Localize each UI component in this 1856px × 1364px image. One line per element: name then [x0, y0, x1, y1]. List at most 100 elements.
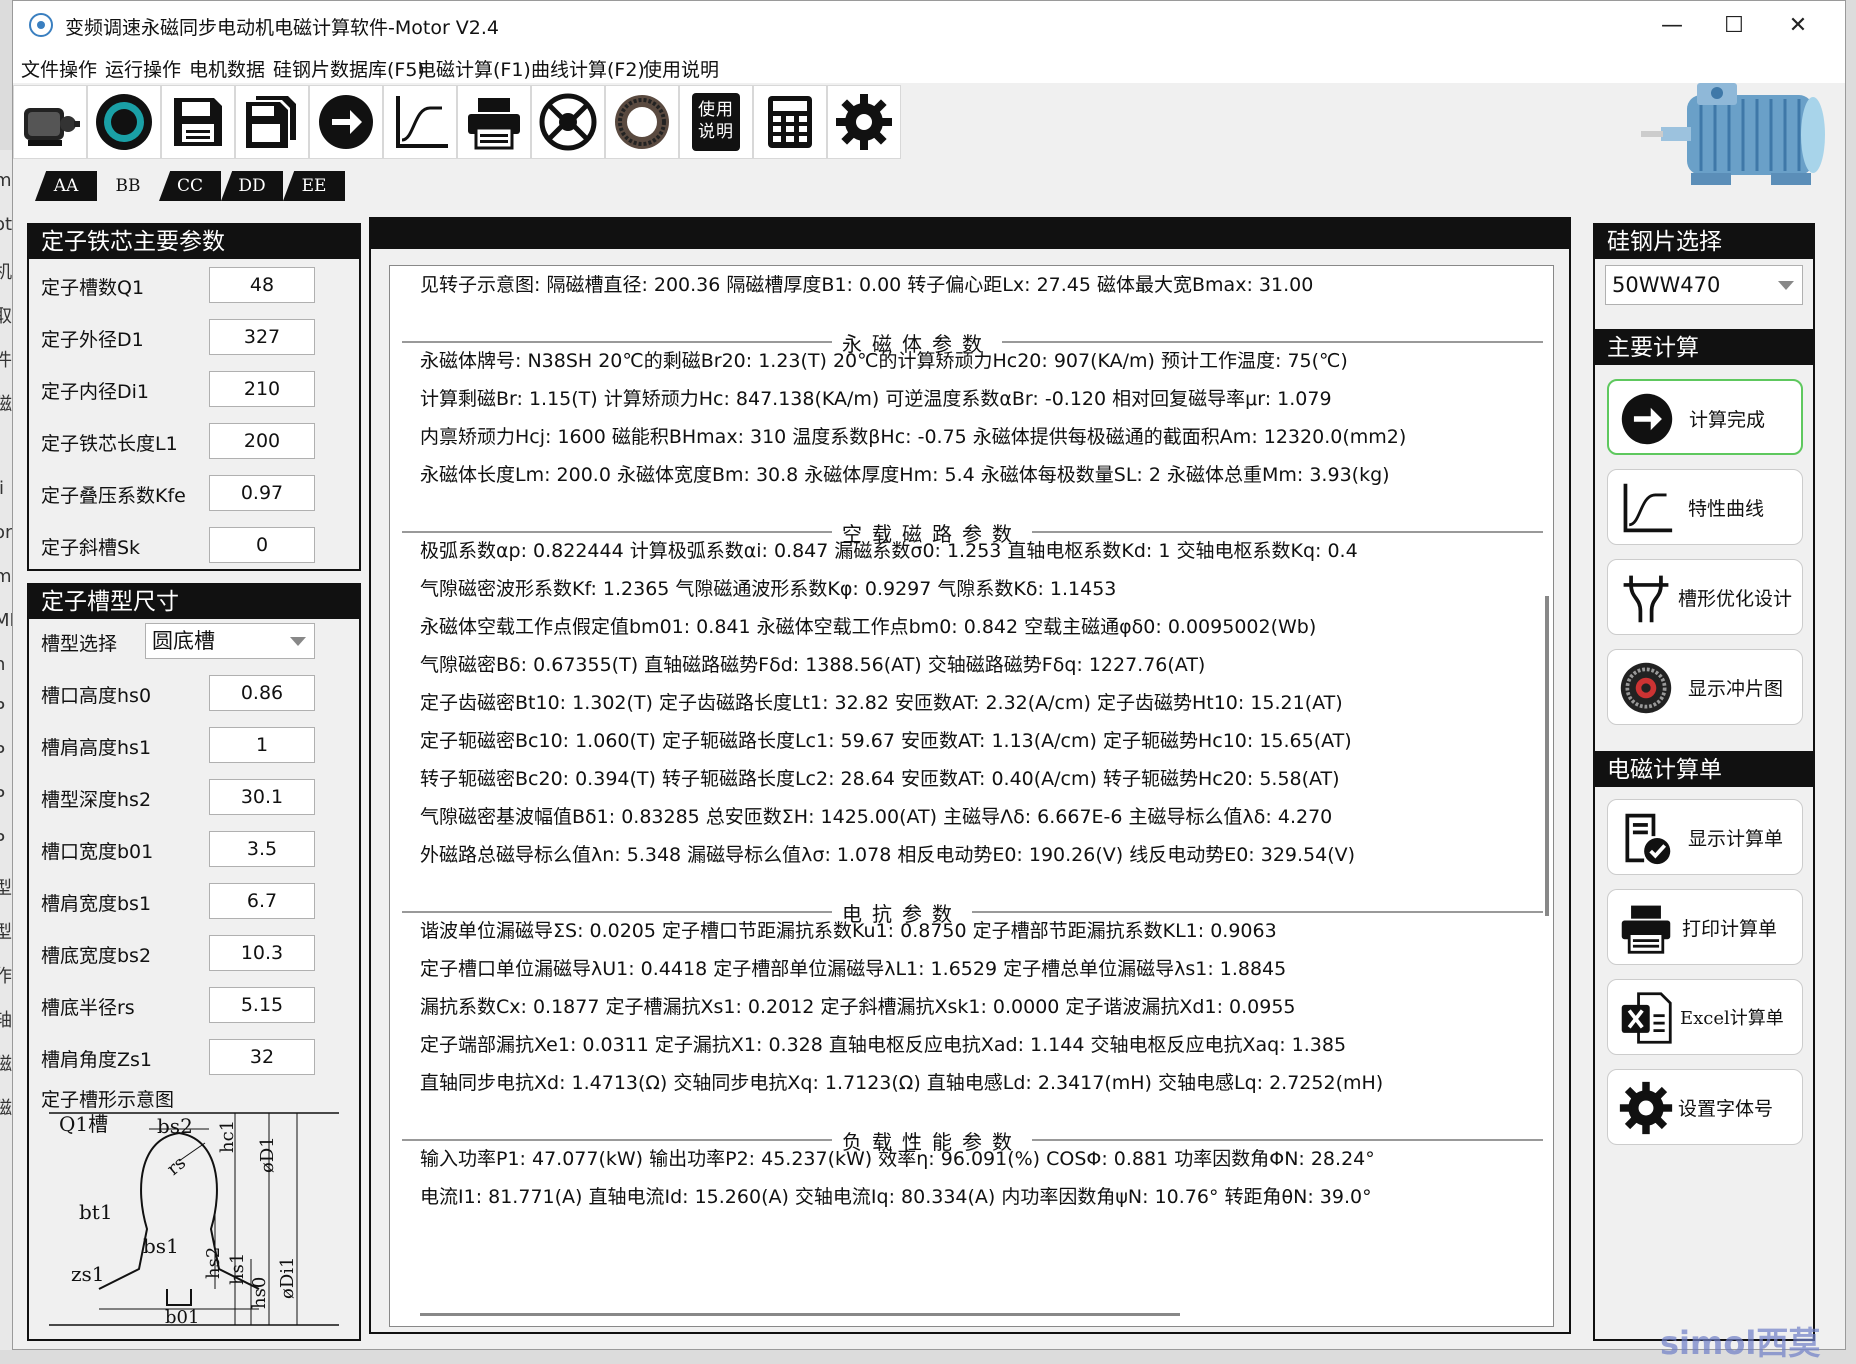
background-glyph: 作 — [0, 966, 12, 987]
param-input[interactable]: 0.97 — [209, 475, 315, 511]
watermark-logo: simol西莫 — [1660, 1324, 1821, 1362]
main-calc-title: 主要计算 — [1595, 329, 1813, 365]
toolbar-settings-button[interactable] — [827, 85, 901, 159]
background-glyph: 轴 — [0, 1010, 12, 1031]
diagram-label: bt1 — [79, 1200, 113, 1224]
save-as-icon — [246, 96, 296, 148]
motor-image — [1641, 83, 1825, 185]
toolbar-save-button[interactable] — [161, 85, 235, 159]
toolbar-lamination-button[interactable] — [605, 85, 679, 159]
menu-file[interactable]: 文件操作 — [21, 55, 97, 82]
toolbar-save-as-button[interactable] — [235, 85, 309, 159]
slot-param-label: 槽肩高度hs1 — [41, 737, 152, 759]
stator-core-panel: 定子铁芯主要参数 定子槽数Q1 48 定子外径D1 327 定子内径Di1 21… — [27, 223, 361, 571]
param-input[interactable]: 200 — [209, 423, 315, 459]
toolbar-stator-button[interactable] — [87, 85, 161, 159]
menu-curve-calc[interactable]: 曲线计算(F2) — [531, 55, 645, 82]
close-button[interactable]: ✕ — [1763, 7, 1833, 45]
result-line: 定子端部漏抗Xe1: 0.0311 定子漏抗X1: 0.328 直轴电枢反应电抗… — [420, 1034, 1347, 1056]
slot-param-input[interactable]: 32 — [209, 1039, 315, 1075]
slot-param-input[interactable]: 6.7 — [209, 883, 315, 919]
background-glyph: 磁 — [0, 1054, 12, 1075]
background-glyph: 型 — [0, 878, 12, 899]
steel-select[interactable]: 50WW470 — [1605, 265, 1803, 305]
maximize-button[interactable]: ☐ — [1699, 7, 1769, 45]
characteristic-curve-label: 特性曲线 — [1688, 498, 1765, 520]
diagram-label: hs1 — [227, 1253, 248, 1285]
manual-icon: 使用说明 — [692, 93, 740, 151]
toolbar-manual-button[interactable]: 使用说明 — [679, 85, 753, 159]
slot-param-input[interactable]: 10.3 — [209, 935, 315, 971]
excel-icon — [1621, 992, 1672, 1044]
calc-complete-button[interactable]: 计算完成 — [1607, 379, 1803, 455]
tab-bb[interactable]: BB — [97, 171, 159, 201]
param-input[interactable]: 48 — [209, 267, 315, 303]
stator-core-title: 定子铁芯主要参数 — [29, 225, 359, 259]
characteristic-curve-button[interactable]: 特性曲线 — [1607, 469, 1803, 545]
print-sheet-button[interactable]: 打印计算单 — [1607, 889, 1803, 965]
slot-title: 定子槽型尺寸 — [29, 585, 359, 619]
tab-aa[interactable]: AA — [35, 171, 97, 201]
menu-motor-data[interactable]: 电机数据 — [189, 55, 265, 82]
vertical-scrollbar[interactable] — [1545, 596, 1549, 916]
menu-steel-database[interactable]: 硅钢片数据库(F5) — [273, 55, 425, 82]
result-line: 谐波单位漏磁导ΣS: 0.0205 定子槽口节距漏抗系数Ku1: 0.8750 … — [420, 920, 1277, 942]
result-line: 永磁体牌号: N38SH 20℃的剩磁Br20: 1.23(T) 20℃的计算矫… — [420, 350, 1348, 372]
ring-icon — [615, 95, 669, 149]
result-line: 定子齿磁密Bt10: 1.302(T) 定子齿磁路长度Lt1: 32.82 安匝… — [420, 692, 1343, 714]
show-sheet-button[interactable]: 显示计算单 — [1607, 799, 1803, 875]
result-line: 电流I1: 81.771(A) 直轴电流Id: 15.260(A) 交轴电流Iq… — [420, 1186, 1372, 1208]
menu-em-calc[interactable]: 电磁计算(F1) — [417, 55, 531, 82]
slot-param-input[interactable]: 30.1 — [209, 779, 315, 815]
toolbar-rotor-button[interactable] — [531, 85, 605, 159]
tab-dd[interactable]: DD — [221, 171, 283, 201]
calculator-icon — [768, 96, 812, 148]
result-line: 定子槽口单位漏磁导λU1: 0.4418 定子槽部单位漏磁导λL1: 1.652… — [420, 958, 1287, 980]
font-settings-button[interactable]: 设置字体号 — [1607, 1069, 1803, 1145]
rotor-icon — [539, 93, 597, 151]
slot-design-button[interactable]: 槽形优化设计 — [1607, 559, 1803, 635]
toolbar-curve-button[interactable] — [383, 85, 457, 159]
toolbar-next-button[interactable] — [309, 85, 383, 159]
param-input[interactable]: 327 — [209, 319, 315, 355]
slot-param-input[interactable]: 5.15 — [209, 987, 315, 1023]
toolbar-calculator-button[interactable] — [753, 85, 827, 159]
param-input[interactable]: 0 — [209, 527, 315, 563]
slot-diagram-title: 定子槽形示意图 — [41, 1089, 175, 1111]
results-panel: 见转子示意图: 隔磁槽直径: 200.36 隔磁槽厚度B1: 0.00 转子偏心… — [369, 217, 1571, 1334]
excel-sheet-button[interactable]: Excel计算单 — [1607, 979, 1803, 1055]
toolbar-print-button[interactable] — [457, 85, 531, 159]
chevron-down-icon — [1778, 281, 1794, 290]
results-text-box[interactable]: 见转子示意图: 隔磁槽直径: 200.36 隔磁槽厚度B1: 0.00 转子偏心… — [389, 265, 1554, 1327]
slot-param-label: 槽底宽度bs2 — [41, 945, 152, 967]
background-glyph: on — [0, 522, 12, 543]
horizontal-scrollbar[interactable] — [420, 1313, 1180, 1316]
result-line: 永磁体长度Lm: 200.0 永磁体宽度Bm: 30.8 永磁体厚度Hm: 5.… — [420, 464, 1390, 486]
arrow-right-icon — [1621, 393, 1673, 445]
window-title: 变频调速永磁同步电动机电磁计算软件-Motor V2.4 — [65, 17, 500, 39]
minimize-button[interactable]: — — [1637, 7, 1707, 45]
slot-param-input[interactable]: 3.5 — [209, 831, 315, 867]
diagram-label: bs2 — [157, 1114, 193, 1138]
printer-icon — [1621, 905, 1671, 954]
tab-ee[interactable]: EE — [283, 171, 345, 201]
gear-icon — [1619, 1081, 1673, 1135]
slot-param-label: 槽口宽度b01 — [41, 841, 154, 863]
result-line: 永磁体空载工作点假定值bm01: 0.841 永磁体空载工作点bm0: 0.84… — [420, 616, 1317, 638]
excel-sheet-label: Excel计算单 — [1680, 1008, 1784, 1029]
toolbar-motor-button[interactable] — [13, 85, 87, 159]
slot-panel: 定子槽型尺寸 槽型选择 圆底槽 槽口高度hs0 0.86 槽肩高度hs1 1 槽… — [27, 583, 361, 1341]
menu-run[interactable]: 运行操作 — [105, 55, 181, 82]
slot-param-input[interactable]: 1 — [209, 727, 315, 763]
slot-param-input[interactable]: 0.86 — [209, 675, 315, 711]
slot-type-select[interactable]: 圆底槽 — [145, 623, 315, 659]
menu-help[interactable]: 使用说明 — [643, 55, 719, 82]
background-glyph: 机 — [0, 262, 12, 283]
diagram-label: bs1 — [143, 1234, 179, 1258]
motor-icon — [24, 108, 80, 146]
show-lamination-button[interactable]: 显示冲片图 — [1607, 649, 1803, 725]
param-input[interactable]: 210 — [209, 371, 315, 407]
diagram-label: hc1 — [217, 1120, 238, 1153]
tab-cc[interactable]: CC — [159, 171, 221, 201]
print-sheet-label: 打印计算单 — [1682, 918, 1778, 940]
